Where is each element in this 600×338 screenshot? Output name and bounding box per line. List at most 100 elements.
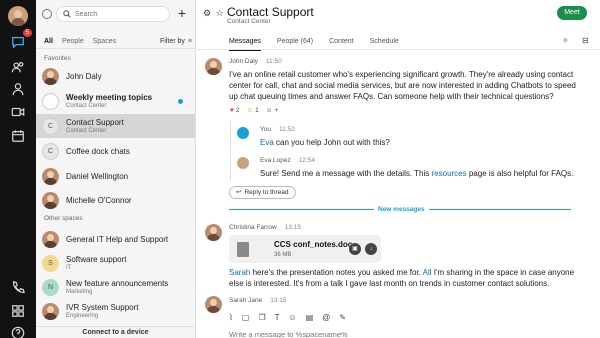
thread-line [230, 120, 231, 180]
screenshot-icon[interactable]: ▢ [242, 313, 250, 322]
message-meta: John Daly 11:50 [229, 58, 282, 65]
list-item[interactable]: John Daly [36, 64, 195, 88]
item-name: New feature announcements [66, 279, 169, 288]
attach-icon[interactable]: ⌇ [229, 313, 233, 322]
list-item[interactable]: IVR System Support Engineering [36, 299, 195, 323]
list-item[interactable]: C Coffee dock chats [36, 139, 195, 163]
you-avatar [237, 127, 249, 139]
search-box[interactable] [56, 6, 170, 22]
connect-device-button[interactable]: Connect to a device [36, 326, 195, 338]
mention[interactable]: Eva [260, 138, 274, 147]
item-name: General IT Help and Support [66, 234, 169, 244]
item-name: Coffee dock chats [66, 146, 130, 156]
message-input[interactable] [229, 330, 529, 338]
other-spaces-label: Other spaces [44, 215, 83, 222]
author-name: Sarah Jane [229, 297, 263, 304]
message-meta: You 11:52 [260, 126, 295, 133]
list-item[interactable]: Michelle O'Connor [36, 188, 195, 212]
eva-avatar [237, 157, 249, 169]
help-icon[interactable] [9, 324, 27, 338]
avatar: S [42, 254, 59, 272]
message-time: 12:54 [298, 157, 315, 164]
search-icon [63, 10, 71, 18]
filter-people[interactable]: People [62, 38, 84, 45]
more-icon[interactable]: ⊟ [582, 36, 589, 45]
calls-icon[interactable] [9, 278, 27, 296]
item-name: Software support [66, 255, 127, 264]
author-name: You [260, 126, 271, 133]
list-item[interactable]: Daniel Wellington [36, 164, 195, 188]
reactions: ♥ 2 ☺ 1 ☺ + [230, 107, 278, 114]
mention-icon[interactable]: @ [322, 313, 330, 322]
add-reaction-button[interactable]: ☺ + [266, 107, 278, 114]
avatar [42, 167, 59, 185]
settings-icon[interactable]: ⚙ [203, 8, 211, 18]
file-size: 36 MB [274, 252, 292, 258]
item-name: Contact Support [66, 118, 124, 127]
avatar [42, 302, 59, 320]
download-icon[interactable]: ↓ [365, 243, 377, 255]
avatar [42, 92, 59, 110]
unread-indicator [178, 98, 183, 104]
reply-to-thread-button[interactable]: ↩ Reply to thread [229, 186, 296, 199]
emoji-icon[interactable]: ☺ [289, 313, 297, 322]
mention[interactable]: All [423, 268, 432, 277]
filter-icon[interactable]: ≡ [188, 38, 192, 45]
space-title: Contact Support [227, 5, 314, 19]
reaction-heart[interactable]: ♥ 2 [230, 107, 239, 114]
gif-icon[interactable]: ▤ [306, 313, 314, 322]
message-text: Sure! Send me a message with the details… [260, 169, 574, 178]
item-name: Daniel Wellington [66, 171, 129, 181]
chat-badge: 5 [22, 29, 32, 37]
meet-button[interactable]: Meet [557, 6, 587, 20]
item-name: IVR System Support [66, 303, 139, 312]
star-icon[interactable]: ☆ [216, 8, 224, 18]
avatar: C [42, 117, 59, 135]
filter-spaces[interactable]: Spaces [93, 38, 116, 45]
chat-icon[interactable]: 5 [9, 29, 32, 51]
calendar-icon[interactable] [9, 127, 27, 145]
file-attachment[interactable]: CCS conf_notes.doc 36 MB ▣ ↓ [229, 235, 381, 263]
message-meta: Eva Lopez 12:54 [260, 157, 315, 164]
reaction-smile[interactable]: ☺ 1 [246, 107, 258, 114]
filter-all[interactable]: All [44, 38, 53, 45]
author-name: John Daly [229, 58, 258, 65]
list-filters: All People Spaces Filter by ≡ [44, 38, 192, 45]
search-input[interactable] [75, 10, 165, 18]
open-file-icon[interactable]: ▣ [349, 243, 361, 255]
message-time: 13:15 [284, 224, 301, 231]
list-item[interactable]: C Contact Support Contact Center [36, 114, 195, 138]
reply-icon: ↩ [236, 189, 242, 196]
add-space-button[interactable]: + [175, 5, 189, 21]
space-subtitle: Contact Center [227, 18, 271, 25]
format-icon[interactable]: T [275, 313, 280, 322]
meetings-icon[interactable] [9, 103, 27, 121]
item-sub: Contact Center [66, 128, 107, 134]
item-sub: Contact Center [66, 103, 107, 109]
list-item[interactable]: N New feature announcements Marketing [36, 275, 195, 299]
avatar: N [42, 278, 59, 296]
list-item[interactable]: General IT Help and Support [36, 227, 195, 251]
avatar [42, 67, 59, 85]
copy-icon[interactable]: ❐ [258, 313, 265, 322]
user-avatar[interactable] [8, 6, 28, 26]
status-icon[interactable] [42, 9, 52, 19]
avatar [205, 296, 222, 313]
list-item[interactable]: S Software support IT [36, 251, 195, 275]
apps-icon[interactable] [9, 302, 27, 320]
item-name: Weekly meeting topics [66, 93, 153, 102]
avatar [205, 224, 222, 241]
resources-link[interactable]: resources [432, 169, 467, 178]
filter-by-button[interactable]: Filter by [160, 38, 185, 45]
whiteboard-icon[interactable]: ✎ [339, 313, 346, 322]
item-sub: Marketing [66, 289, 93, 295]
item-name: Michelle O'Connor [66, 195, 132, 205]
author-name: Christina Farrow [229, 224, 277, 231]
message-time: 13:15 [270, 297, 287, 304]
contacts-icon[interactable] [9, 80, 27, 98]
announce-icon[interactable]: ✧ [562, 36, 569, 45]
team-icon[interactable] [9, 58, 27, 76]
space-list: + All People Spaces Filter by ≡ Favorite… [36, 0, 196, 338]
list-item[interactable]: Weekly meeting topics Contact Center [36, 89, 195, 113]
mention[interactable]: Sarah [229, 268, 250, 277]
